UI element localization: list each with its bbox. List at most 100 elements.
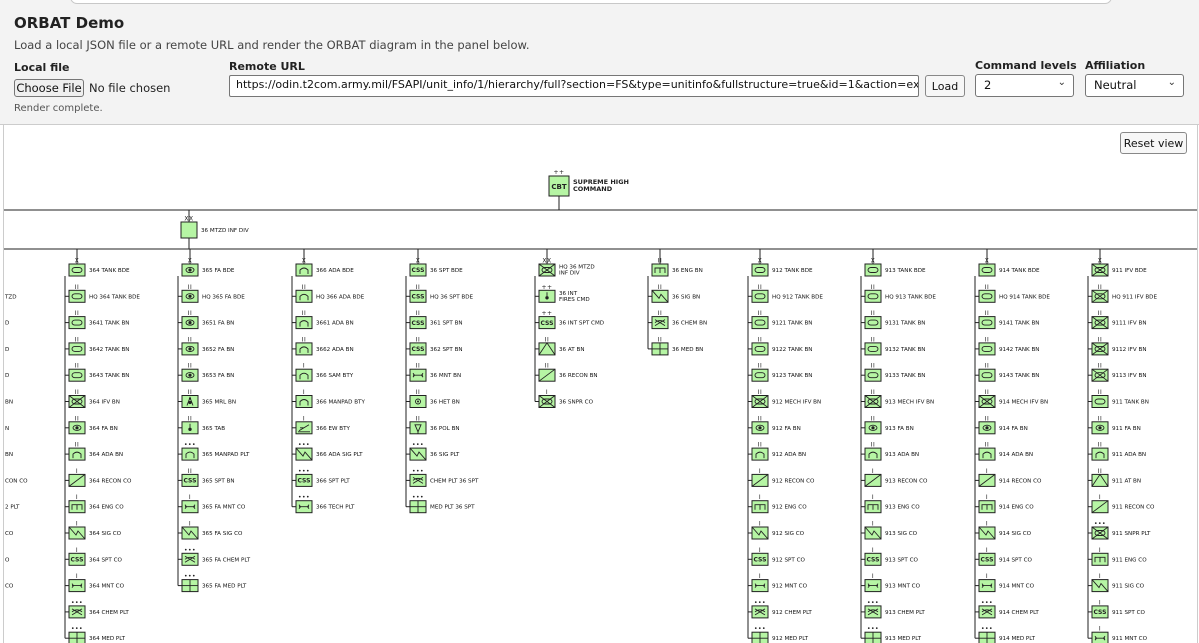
unit-symbol[interactable]: II 914 ADA BN — [978, 442, 1033, 461]
unit-symbol[interactable]: II 364 FA BN — [68, 415, 118, 435]
unit-symbol[interactable]: X 913 TANK BDE — [864, 258, 926, 277]
unit-symbol[interactable]: II 9122 TANK BN — [751, 336, 812, 356]
unit-symbol[interactable]: I 366 SAM BTY — [295, 363, 354, 382]
unit-symbol[interactable]: X 365 FA BDE — [181, 258, 235, 277]
unit-symbol[interactable]: ••• 912 MED PLT — [751, 626, 809, 643]
unit-symbol[interactable]: II HQ 913 TANK BDE — [864, 284, 936, 303]
unit-symbol[interactable]: ••• 913 MED PLT — [864, 626, 922, 643]
unit-symbol[interactable]: II 9142 TANK BN — [978, 336, 1039, 356]
unit-symbol[interactable]: CSS ++ 36 INT SPT CMD — [538, 310, 604, 330]
unit-symbol[interactable]: II 9133 TANK BN — [864, 363, 925, 382]
unit-symbol[interactable]: II 911 AT BN — [1091, 468, 1141, 487]
unit-symbol[interactable]: ••• 365 FA MED PLT — [181, 573, 247, 593]
unit-symbol[interactable]: II 36 ENG BN — [651, 258, 703, 277]
unit-symbol[interactable]: ••• MED PLT 36 SPT — [409, 494, 475, 514]
unit-symbol[interactable]: II 36 POL BN — [409, 415, 460, 435]
root-unit[interactable]: CBT++SUPREME HIGHCOMMAND — [548, 169, 629, 197]
unit-symbol[interactable]: II 912 ADA BN — [751, 442, 806, 461]
load-button[interactable]: Load — [925, 75, 965, 97]
unit-symbol[interactable]: II 36 SIG BN — [651, 284, 700, 303]
unit-symbol[interactable]: X 914 TANK BDE — [978, 258, 1040, 277]
unit-symbol[interactable]: I 913 SIG CO — [864, 521, 918, 540]
unit-symbol[interactable]: II 911 ADA BN — [1091, 442, 1146, 461]
unit-symbol[interactable]: I 366 MANPAD BTY — [295, 389, 365, 408]
unit-symbol[interactable]: CSS II 361 SPT BN — [409, 310, 463, 330]
unit-symbol[interactable]: II 36 MED BN — [651, 336, 703, 356]
unit-symbol[interactable]: II 914 MECH IFV BN — [978, 389, 1048, 408]
unit-symbol[interactable]: I 364 SIG CO — [68, 521, 122, 540]
unit-symbol[interactable]: CSS II 365 SPT BN — [181, 468, 235, 487]
unit-symbol[interactable]: CSS II HQ 36 SPT BDE — [409, 284, 474, 303]
unit-symbol[interactable]: II 9121 TANK BN — [751, 310, 812, 330]
unit-symbol[interactable]: ••• 366 TECH PLT — [295, 494, 355, 514]
unit-symbol[interactable]: II 364 ADA BN — [68, 442, 123, 461]
unit-symbol[interactable]: I 365 FA MNT CO — [181, 494, 246, 514]
unit-symbol[interactable]: II 9123 TANK BN — [751, 363, 812, 382]
unit-symbol[interactable]: I 912 RECON CO — [751, 468, 815, 487]
unit-symbol[interactable]: II 36 MNT BN — [409, 363, 461, 382]
unit-symbol[interactable]: I 912 ENG CO — [751, 494, 807, 514]
unit-symbol[interactable]: II HQ 366 ADA BDE — [295, 284, 365, 303]
unit-symbol[interactable]: ••• 914 CHEM PLT — [978, 599, 1039, 619]
unit-symbol[interactable]: II 3662 ADA BN — [295, 336, 354, 356]
unit-symbol[interactable]: CSS II 362 SPT BN — [409, 336, 463, 356]
choose-file-button[interactable]: Choose File — [14, 79, 84, 97]
unit-symbol[interactable]: CSS I 911 SPT CO — [1091, 599, 1145, 619]
unit-symbol[interactable]: ••• 364 CHEM PLT — [68, 599, 129, 619]
unit-symbol[interactable]: II HQ 911 IFV BDE — [1091, 284, 1157, 303]
unit-symbol[interactable]: II 365 TAB — [181, 415, 225, 435]
unit-symbol[interactable]: II HQ 914 TANK BDE — [978, 284, 1050, 303]
unit-symbol[interactable]: ••• 364 MED PLT — [68, 626, 126, 643]
unit-symbol[interactable]: X 911 IFV BDE — [1091, 258, 1147, 277]
unit-symbol[interactable]: II 9132 TANK BN — [864, 336, 925, 356]
unit-symbol[interactable]: ••• 366 ADA SIG PLT — [295, 442, 363, 461]
unit-symbol[interactable]: I 914 RECON CO — [978, 468, 1042, 487]
division-unit[interactable]: XX 36 MTZD INF DIV — [180, 216, 249, 239]
unit-symbol[interactable]: II 36 HET BN — [409, 389, 460, 408]
unit-symbol[interactable]: II 3641 TANK BN — [68, 310, 129, 330]
unit-symbol[interactable]: I 911 ENG CO — [1091, 547, 1147, 566]
unit-symbol[interactable]: II HQ 912 TANK BDE — [751, 284, 823, 303]
unit-symbol[interactable]: I 365 FA SIG CO — [181, 521, 243, 540]
unit-symbol[interactable]: II 365 MRL BN — [181, 389, 236, 408]
unit-symbol[interactable]: I 364 ENG CO — [68, 494, 124, 514]
unit-symbol[interactable]: ••• 36 SIG PLT — [409, 442, 460, 461]
unit-symbol[interactable]: II 913 FA BN — [864, 415, 914, 435]
unit-symbol[interactable]: XXHQ 36 MTZDINF DIV — [538, 258, 595, 277]
unit-symbol[interactable]: CSS I 913 SPT CO — [864, 547, 918, 566]
unit-symbol[interactable]: I 911 SIG CO — [1091, 573, 1145, 593]
unit-symbol[interactable]: I 364 MNT CO — [68, 573, 125, 593]
unit-symbol[interactable]: I 913 MNT CO — [864, 573, 921, 593]
unit-symbol[interactable]: X 912 TANK BDE — [751, 258, 813, 277]
unit-symbol[interactable]: ••• CHEM PLT 36 SPT — [409, 468, 479, 487]
unit-symbol[interactable]: I 36 SNPR CO — [538, 389, 594, 408]
unit-symbol[interactable]: I 364 RECON CO — [68, 468, 132, 487]
unit-symbol[interactable]: II 3653 FA BN — [181, 363, 234, 382]
unit-symbol[interactable]: II 36 CHEM BN — [651, 310, 707, 330]
unit-symbol[interactable]: I 913 ENG CO — [864, 494, 920, 514]
unit-symbol[interactable]: II 9131 TANK BN — [864, 310, 925, 330]
unit-symbol[interactable]: II 3661 ADA BN — [295, 310, 354, 330]
unit-symbol[interactable]: X 364 TANK BDE — [68, 258, 130, 277]
unit-symbol[interactable]: II 9111 IFV BN — [1091, 310, 1147, 330]
unit-symbol[interactable]: ••• 912 CHEM PLT — [751, 599, 812, 619]
unit-symbol[interactable]: II 3642 TANK BN — [68, 336, 129, 356]
unit-symbol[interactable]: II 9113 IFV BN — [1091, 363, 1147, 382]
unit-symbol[interactable]: II 9112 IFV BN — [1091, 336, 1147, 356]
unit-symbol[interactable]: I 911 RECON CO — [1091, 494, 1155, 514]
unit-symbol[interactable]: II HQ 364 TANK BDE — [68, 284, 140, 303]
unit-symbol[interactable]: I 913 RECON CO — [864, 468, 928, 487]
unit-symbol[interactable]: I 366 EW BTY — [295, 415, 351, 435]
unit-symbol[interactable]: I 912 MNT CO — [751, 573, 808, 593]
unit-symbol[interactable]: II HQ 365 FA BDE — [181, 284, 245, 303]
unit-symbol[interactable]: I 912 SIG CO — [751, 521, 805, 540]
command-levels-select[interactable]: 2 ⌄ — [975, 74, 1074, 97]
unit-symbol[interactable]: CSS I 914 SPT CO — [978, 547, 1032, 566]
unit-symbol[interactable]: II 9141 TANK BN — [978, 310, 1039, 330]
unit-symbol[interactable]: CSS I 912 SPT CO — [751, 547, 805, 566]
unit-symbol[interactable]: I 914 SIG CO — [978, 521, 1032, 540]
unit-symbol[interactable]: CSS ••• 366 SPT PLT — [295, 468, 350, 487]
unit-symbol[interactable]: II 36 RECON BN — [538, 363, 598, 382]
affiliation-select[interactable]: Neutral ⌄ — [1085, 74, 1184, 97]
unit-symbol[interactable]: ••• 914 MED PLT — [978, 626, 1036, 643]
